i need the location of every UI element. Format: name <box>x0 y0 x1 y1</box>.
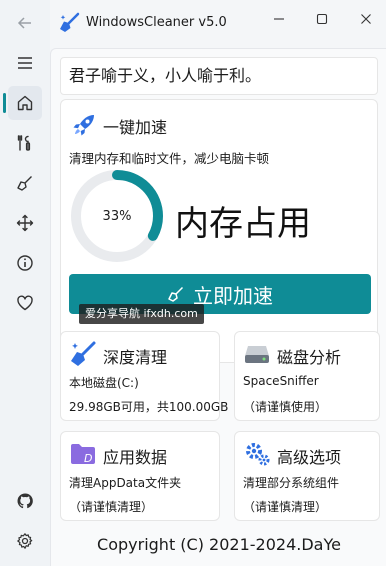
tile-line: 本地磁盘(C:) <box>69 376 139 390</box>
move-arrows-icon <box>16 214 34 232</box>
broom-icon <box>71 341 96 366</box>
copyright-footer: Copyright (C) 2021-2024.DaYe <box>97 535 341 554</box>
boost-card: 一键加速 清理内存和临时文件，减少电脑卡顿 33% 内存占用 立即加速 爱分享导… <box>60 99 378 363</box>
sidebar <box>0 0 50 566</box>
sidebar-item-github[interactable] <box>8 484 42 518</box>
close-button[interactable] <box>351 8 381 30</box>
sidebar-item-settings[interactable] <box>8 524 42 558</box>
minimize-icon <box>274 18 284 20</box>
boost-now-label: 立即加速 <box>193 283 273 308</box>
tools-icon <box>17 135 31 151</box>
boost-description: 清理内存和临时文件，减少电脑卡顿 <box>69 151 270 166</box>
tile-line: 29.98GB可用，共100.00GB <box>69 400 229 414</box>
tile-title: 深度清理 <box>103 348 168 367</box>
hamburger-menu-icon <box>18 57 32 69</box>
boost-title: 一键加速 <box>103 118 168 137</box>
home-icon <box>17 95 33 111</box>
tile-title: 应用数据 <box>103 448 168 467</box>
tile-line: SpaceSniffer <box>243 374 319 388</box>
tile-app-data[interactable]: D 应用数据 清理AppData文件夹 （请谨慎清理） <box>60 431 220 521</box>
gear-icon <box>17 533 33 549</box>
folder-letter: D <box>84 452 92 465</box>
close-icon <box>361 14 371 24</box>
tile-advanced[interactable]: 高级选项 清理部分系统组件 （请谨慎清理） <box>234 431 380 521</box>
title-bar: WindowsCleaner v5.0 <box>50 0 386 48</box>
heart-icon <box>17 295 33 311</box>
tile-line: （请谨慎使用） <box>243 400 328 414</box>
sidebar-item-home[interactable] <box>8 86 42 120</box>
memory-percent: 33% <box>102 208 132 224</box>
active-indicator <box>3 93 6 113</box>
memory-label: 内存占用 <box>175 204 311 244</box>
github-icon <box>17 493 33 509</box>
app-logo-icon <box>60 12 80 32</box>
tile-line: 清理AppData文件夹 <box>69 476 182 490</box>
tile-disk-analysis[interactable]: 磁盘分析 SpaceSniffer （请谨慎使用） <box>234 331 380 421</box>
menu-button[interactable] <box>8 46 42 80</box>
hard-drive-icon <box>245 346 269 363</box>
tile-title: 高级选项 <box>277 448 342 467</box>
sidebar-item-info[interactable] <box>8 246 42 280</box>
quote-banner: 君子喻于义，小人喻于利。 <box>60 57 378 95</box>
tile-deep-clean[interactable]: 深度清理 本地磁盘(C:) 29.98GB可用，共100.00GB <box>60 331 228 421</box>
gears-icon <box>246 443 270 466</box>
sidebar-item-move[interactable] <box>8 206 42 240</box>
minimize-button[interactable] <box>264 8 294 30</box>
tile-title: 磁盘分析 <box>277 348 342 367</box>
rocket-icon <box>73 115 94 136</box>
folder-icon: D <box>71 444 95 465</box>
info-icon <box>17 255 33 271</box>
watermark-overlay: 爱分享导航 ifxdh.com <box>79 304 204 324</box>
sidebar-item-tools[interactable] <box>8 126 42 160</box>
back-arrow-icon <box>17 17 31 29</box>
sidebar-item-clean[interactable] <box>8 166 42 200</box>
tile-line: 清理部分系统组件 <box>243 476 340 490</box>
tile-line: （请谨慎清理） <box>243 500 328 514</box>
main-content: 君子喻于义，小人喻于利。 一键加速 清理内存和临时文件，减少电脑卡顿 33% 内… <box>50 48 386 566</box>
tile-line: （请谨慎清理） <box>69 500 154 514</box>
sidebar-item-favorite[interactable] <box>8 286 42 320</box>
app-title: WindowsCleaner v5.0 <box>86 15 227 30</box>
maximize-button[interactable] <box>307 8 337 30</box>
broom-icon <box>168 286 184 302</box>
maximize-icon <box>316 13 328 25</box>
back-button[interactable] <box>8 6 42 40</box>
broom-icon <box>17 176 32 191</box>
